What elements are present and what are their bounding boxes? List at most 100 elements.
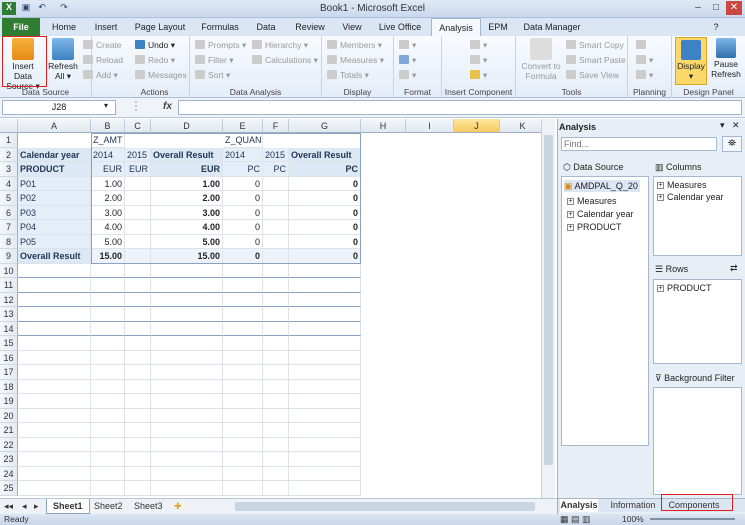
cell-b9[interactable]: 15.00 xyxy=(91,249,125,264)
empty-cell[interactable] xyxy=(151,292,223,307)
cell-e6[interactable]: 0 xyxy=(223,205,263,220)
empty-cell[interactable] xyxy=(223,466,263,481)
empty-cell[interactable] xyxy=(18,423,91,438)
add-button[interactable]: Add ▾ xyxy=(83,69,118,82)
row-header[interactable]: 25 xyxy=(0,481,18,496)
smart-paste-button[interactable]: Smart Paste xyxy=(566,54,626,67)
empty-cell[interactable] xyxy=(263,365,289,380)
sheet-tab-1[interactable]: Sheet1 xyxy=(46,499,90,514)
empty-cell[interactable] xyxy=(263,292,289,307)
empty-cell[interactable] xyxy=(125,292,151,307)
sort-button[interactable]: Sort ▾ xyxy=(195,69,230,82)
format-style-button[interactable]: ▾ xyxy=(399,54,416,67)
tab-data-manager[interactable]: Data Manager xyxy=(520,18,584,36)
cell-f7[interactable] xyxy=(263,220,289,235)
empty-cell[interactable] xyxy=(125,423,151,438)
empty-cell[interactable] xyxy=(151,278,223,293)
cell-e8[interactable]: 0 xyxy=(223,234,263,249)
row-header[interactable]: 8 xyxy=(0,234,18,249)
cell-e2[interactable]: 2014 xyxy=(223,147,263,162)
empty-cell[interactable] xyxy=(18,278,91,293)
empty-cell[interactable] xyxy=(263,336,289,351)
empty-cell[interactable] xyxy=(151,452,223,467)
rows-box[interactable]: + PRODUCT xyxy=(653,279,742,364)
empty-cell[interactable] xyxy=(151,466,223,481)
row-header[interactable]: 4 xyxy=(0,176,18,191)
tab-formulas[interactable]: Formulas xyxy=(195,18,245,36)
empty-cell[interactable] xyxy=(223,365,263,380)
planning-button-2[interactable]: ▾ xyxy=(636,54,653,67)
rows-item-product[interactable]: + PRODUCT xyxy=(657,282,712,294)
column-header-e[interactable]: E xyxy=(223,119,263,133)
cell-a9[interactable]: Overall Result xyxy=(18,249,91,264)
create-button[interactable]: Create xyxy=(83,39,122,52)
cell-d5[interactable]: 2.00 xyxy=(151,191,223,206)
zoom-level[interactable]: 100% xyxy=(622,514,644,525)
vertical-scroll-thumb[interactable] xyxy=(544,135,553,465)
row-header[interactable]: 21 xyxy=(0,423,18,438)
empty-cell[interactable] xyxy=(289,263,361,278)
empty-cell[interactable] xyxy=(289,437,361,452)
empty-cell[interactable] xyxy=(91,452,125,467)
close-icon[interactable]: ✕ xyxy=(726,1,742,15)
tab-data[interactable]: Data xyxy=(250,18,282,36)
empty-cell[interactable] xyxy=(125,278,151,293)
empty-cell[interactable] xyxy=(18,336,91,351)
cell-b4[interactable]: 1.00 xyxy=(91,176,125,191)
row-header[interactable]: 7 xyxy=(0,220,18,235)
cell-g4[interactable]: 0 xyxy=(289,176,361,191)
filter-button[interactable]: Filter ▾ xyxy=(195,54,234,67)
cell-f8[interactable] xyxy=(263,234,289,249)
empty-cell[interactable] xyxy=(18,321,91,336)
members-button[interactable]: Members ▾ xyxy=(327,39,382,52)
cell-e4[interactable]: 0 xyxy=(223,176,263,191)
empty-cell[interactable] xyxy=(223,336,263,351)
column-header-j[interactable]: J xyxy=(454,119,500,133)
cell-f4[interactable] xyxy=(263,176,289,191)
tab-epm[interactable]: EPM xyxy=(485,18,511,36)
view-normal-icon[interactable]: ▦ ▤ ▥ xyxy=(560,514,591,525)
display-pane-button[interactable]: Display ▾ xyxy=(675,37,707,85)
source-item-product[interactable]: + PRODUCT xyxy=(567,221,622,233)
empty-cell[interactable] xyxy=(125,365,151,380)
tab-view[interactable]: View xyxy=(337,18,367,36)
empty-cell[interactable] xyxy=(125,466,151,481)
row-header[interactable]: 13 xyxy=(0,307,18,322)
empty-cell[interactable] xyxy=(18,365,91,380)
measures-button[interactable]: Measures ▾ xyxy=(327,54,384,67)
spreadsheet-grid[interactable]: A B C D E F G H I J K 1 2 3 4 5 6 7 8 9 10 11 12 13 1… xyxy=(0,119,557,498)
empty-cell[interactable] xyxy=(91,481,125,496)
insert-function-icon[interactable]: fx xyxy=(163,101,172,112)
empty-cell[interactable] xyxy=(91,379,125,394)
empty-cell[interactable] xyxy=(263,466,289,481)
cell-e9[interactable]: 0 xyxy=(223,249,263,264)
insert-filter-button[interactable]: ▾ xyxy=(470,69,487,82)
empty-cell[interactable] xyxy=(289,350,361,365)
empty-cell[interactable] xyxy=(91,292,125,307)
column-header-g[interactable]: G xyxy=(289,119,361,133)
help-icon[interactable]: ? xyxy=(710,18,722,36)
pane-tab-analysis[interactable]: Analysis xyxy=(560,499,598,512)
sheet-nav-first-icon[interactable]: ◂◂ xyxy=(2,499,15,514)
insert-table-button[interactable]: ▾ xyxy=(470,54,487,67)
cell-c6[interactable] xyxy=(125,205,151,220)
cell-f2[interactable]: 2015 xyxy=(263,147,289,162)
columns-item-measures[interactable]: + Measures xyxy=(657,179,707,191)
empty-cell[interactable] xyxy=(223,437,263,452)
cell-d8[interactable]: 5.00 xyxy=(151,234,223,249)
empty-cell[interactable] xyxy=(263,437,289,452)
sheet-nav-next-icon[interactable]: ▸ xyxy=(32,499,41,514)
prompts-button[interactable]: Prompts ▾ xyxy=(195,39,246,52)
column-header-a[interactable]: A xyxy=(18,119,91,133)
column-header-i[interactable]: I xyxy=(406,119,454,133)
empty-cell[interactable] xyxy=(18,452,91,467)
empty-cell[interactable] xyxy=(18,263,91,278)
empty-cell[interactable] xyxy=(289,452,361,467)
row-header[interactable]: 23 xyxy=(0,452,18,467)
cell-c4[interactable] xyxy=(125,176,151,191)
cell-d6[interactable]: 3.00 xyxy=(151,205,223,220)
cell-g5[interactable]: 0 xyxy=(289,191,361,206)
columns-item-calendar-year[interactable]: + Calendar year xyxy=(657,191,724,203)
empty-cell[interactable] xyxy=(223,379,263,394)
empty-cell[interactable] xyxy=(18,307,91,322)
